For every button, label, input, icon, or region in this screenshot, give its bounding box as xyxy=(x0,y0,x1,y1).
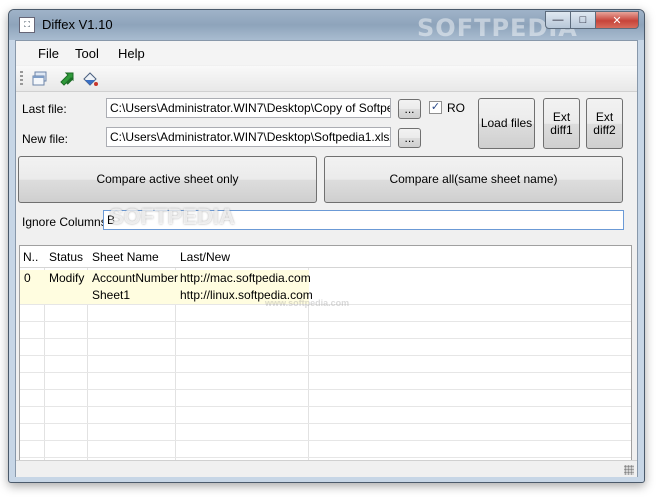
maximize-button[interactable]: □ xyxy=(570,11,596,29)
compare-active-sheet-button[interactable]: Compare active sheet only xyxy=(18,156,317,203)
app-window: ⛶ Diffex V1.10 SOFTPEDIA — □ ✕ File Tool… xyxy=(8,9,645,483)
ro-checkbox[interactable]: ✓ xyxy=(429,101,442,114)
ignore-columns-label: Ignore Columns: xyxy=(22,215,111,229)
table-row[interactable]: 0 Modify AccountNumber http://mac.softpe… xyxy=(20,270,631,304)
cell-sheet-name: AccountNumber xyxy=(92,271,179,285)
app-icon: ⛶ xyxy=(19,17,35,33)
compare-all-button[interactable]: Compare all(same sheet name) xyxy=(324,156,623,203)
status-bar xyxy=(16,460,637,477)
file-panel: Last file: C:\Users\Administrator.WIN7\D… xyxy=(18,92,636,242)
cell-status: Modify xyxy=(49,271,85,285)
browse-new-file-button[interactable]: ... xyxy=(398,128,421,148)
close-button[interactable]: ✕ xyxy=(595,11,639,29)
browse-last-file-button[interactable]: ... xyxy=(398,99,421,119)
ext-diff1-button[interactable]: Ext diff1 xyxy=(543,98,580,149)
ro-label: RO xyxy=(447,101,465,115)
new-file-label: New file: xyxy=(22,132,69,146)
cell-n: 0 xyxy=(24,271,31,285)
input-watermark: SOFTPEDIA xyxy=(109,204,235,229)
cell-sheet-name: Sheet1 xyxy=(92,288,131,302)
menu-file[interactable]: File xyxy=(38,46,59,61)
column-header-status[interactable]: Status xyxy=(49,250,83,264)
column-header-last-new[interactable]: Last/New xyxy=(180,250,230,264)
load-files-button[interactable]: Load files xyxy=(478,98,535,149)
paint-bucket-icon[interactable] xyxy=(80,69,100,89)
last-file-input[interactable]: C:\Users\Administrator.WIN7\Desktop\Copy… xyxy=(106,98,391,118)
column-header-n[interactable]: N.. xyxy=(23,250,38,264)
last-file-label: Last file: xyxy=(22,102,67,116)
title-bar[interactable]: ⛶ Diffex V1.10 SOFTPEDIA — □ ✕ xyxy=(9,10,644,42)
new-file-input[interactable]: C:\Users\Administrator.WIN7\Desktop\Soft… xyxy=(106,127,391,147)
window-title: Diffex V1.10 xyxy=(42,17,113,32)
arrows-icon[interactable] xyxy=(58,69,78,89)
cell-last-new: http://mac.softpedia.com xyxy=(180,271,311,285)
toolbar-grip[interactable] xyxy=(20,71,23,87)
grid-watermark: www.softpedia.com xyxy=(265,298,350,308)
resize-grip[interactable] xyxy=(624,465,634,475)
column-header-sheet-name[interactable]: Sheet Name xyxy=(92,250,159,264)
grid-header: N.. Status Sheet Name Last/New xyxy=(20,246,631,268)
results-grid[interactable]: N.. Status Sheet Name Last/New 0 Modify … xyxy=(19,245,632,463)
client-area: File Tool Help Last file: C:\Users\Admin… xyxy=(15,40,638,477)
minimize-button[interactable]: — xyxy=(545,11,571,29)
window-icon[interactable] xyxy=(30,69,50,89)
menu-tool[interactable]: Tool xyxy=(75,46,99,61)
menu-help[interactable]: Help xyxy=(118,46,145,61)
menu-bar: File Tool Help xyxy=(16,41,637,65)
ext-diff2-button[interactable]: Ext diff2 xyxy=(586,98,623,149)
toolbar xyxy=(16,66,637,92)
